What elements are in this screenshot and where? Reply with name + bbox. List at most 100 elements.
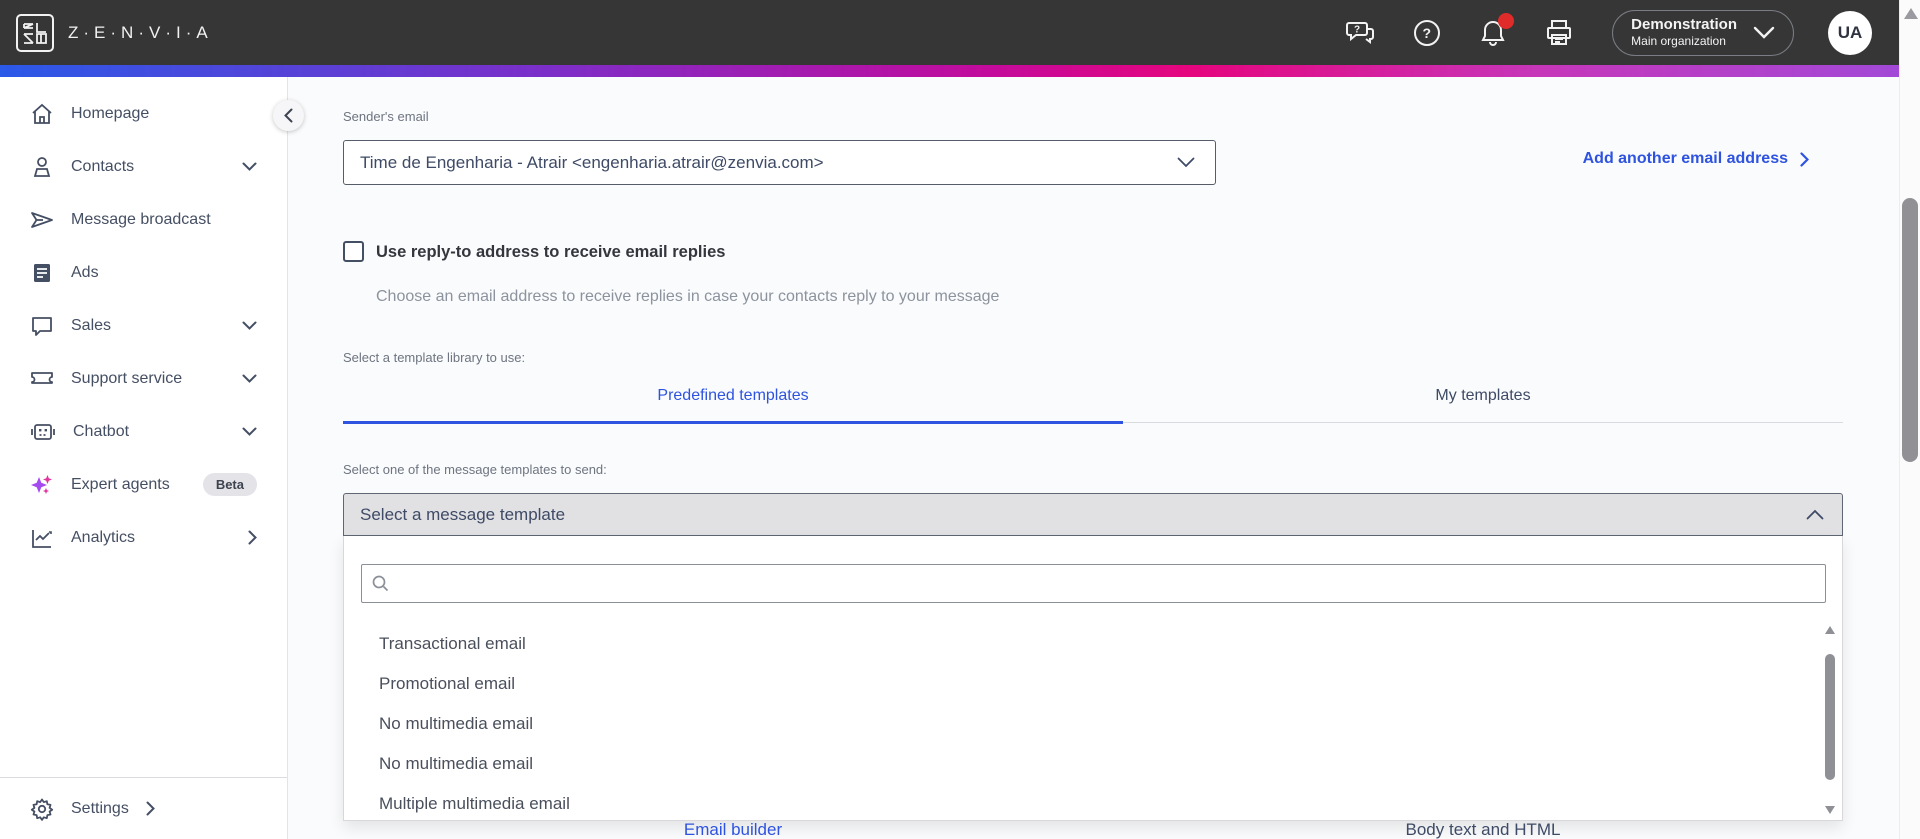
sidebar-item-chatbot[interactable]: Chatbot [0, 405, 287, 458]
scroll-up-arrow-icon[interactable] [1825, 626, 1835, 634]
sparkles-icon [31, 474, 52, 494]
ticket-icon [31, 371, 53, 384]
template-dropdown-panel: Transactional email Promotional email No… [343, 536, 1843, 821]
template-option[interactable]: Transactional email [344, 624, 1814, 664]
add-email-address-link[interactable]: Add another email address [1583, 150, 1809, 168]
chevron-left-icon [284, 108, 293, 123]
organization-text: Demonstration Main organization [1631, 16, 1737, 50]
zenvia-logo-glyph [23, 22, 47, 44]
tab-my-templates[interactable]: My templates [1123, 387, 1843, 422]
template-select-label: Select one of the message templates to s… [343, 462, 607, 477]
sidebar-item-label: Message broadcast [71, 210, 211, 228]
template-dropdown-header[interactable]: Select a message template [343, 493, 1843, 536]
scroll-down-arrow-icon[interactable] [1825, 806, 1835, 814]
organization-name: Demonstration [1631, 15, 1737, 33]
chevron-down-icon [242, 374, 257, 383]
chevron-down-icon [1177, 157, 1195, 168]
sidebar-item-sales[interactable]: Sales [0, 299, 287, 352]
sidebar-item-label: Ads [71, 263, 99, 281]
sidebar-item-settings[interactable]: Settings [0, 777, 287, 839]
sidebar-item-expert-agents[interactable]: Expert agents Beta [0, 458, 287, 511]
brand-wordmark: Z·E·N·V·I·A [68, 22, 213, 42]
chevron-right-icon [248, 530, 257, 545]
options-scrollbar[interactable] [1822, 626, 1838, 814]
chevron-up-icon [1806, 509, 1824, 520]
chat-bubble-icon [32, 316, 52, 336]
sidebar-item-label: Analytics [71, 528, 136, 546]
zenvia-logo-icon[interactable] [16, 13, 54, 52]
sidebar-item-label: Sales [71, 316, 112, 334]
organization-subtitle: Main organization [1631, 34, 1726, 49]
sidebar-item-message-broadcast[interactable]: Message broadcast [0, 193, 287, 246]
chevron-right-icon [1800, 151, 1809, 167]
chevron-right-icon [146, 801, 155, 816]
sidebar-item-label: Expert agents [71, 475, 170, 493]
chevron-down-icon [1753, 26, 1775, 40]
tab-predefined-templates[interactable]: Predefined templates [343, 387, 1123, 424]
sidebar-collapse-button[interactable] [273, 100, 304, 131]
sender-email-label: Sender's email [343, 109, 429, 124]
sidebar-item-label: Homepage [71, 104, 150, 122]
chevron-down-icon [242, 427, 257, 436]
sidebar-item-support-service[interactable]: Support service [0, 352, 287, 405]
template-library-label: Select a template library to use: [343, 350, 526, 365]
home-icon [32, 103, 52, 124]
app-page: Z·E·N·V·I·A ? ? Demonstration Main organ… [0, 0, 1920, 839]
add-email-address-label: Add another email address [1582, 150, 1788, 167]
topbar: Z·E·N·V·I·A ? ? Demonstration Main organ… [0, 0, 1920, 65]
page-scrollbar-thumb[interactable] [1902, 198, 1918, 462]
notification-badge [1498, 12, 1515, 29]
template-dropdown-value: Select a message template [360, 504, 566, 524]
sidebar-item-analytics[interactable]: Analytics [0, 511, 287, 564]
printer-icon[interactable] [1544, 18, 1574, 48]
sidebar: Homepage Contacts Message broadcast Ads … [0, 77, 288, 839]
tab-body-text-html[interactable]: Body text and HTML [1123, 820, 1843, 839]
person-icon [33, 156, 51, 177]
organization-selector[interactable]: Demonstration Main organization [1612, 9, 1794, 56]
tab-email-builder[interactable]: Email builder [343, 820, 1123, 839]
svg-text:?: ? [1423, 25, 1432, 41]
sender-email-value: Time de Engenharia - Atrair <engenharia.… [360, 152, 824, 172]
ads-icon [34, 263, 50, 282]
analytics-icon [32, 529, 52, 548]
chevron-down-icon [242, 321, 257, 330]
editor-mode-tabs: Email builder Body text and HTML [343, 820, 1843, 839]
bell-icon[interactable] [1478, 12, 1515, 48]
sidebar-item-contacts[interactable]: Contacts [0, 140, 287, 193]
sidebar-item-label: Contacts [71, 157, 135, 175]
template-library-tabs: Predefined templates My templates [343, 387, 1843, 424]
sidebar-item-ads[interactable]: Ads [0, 246, 287, 299]
brand-gradient-bar [0, 65, 1920, 77]
page-scroll-up-arrow-icon[interactable] [1904, 8, 1918, 19]
sidebar-item-label: Settings [71, 799, 129, 817]
chat-question-icon[interactable]: ? [1346, 18, 1376, 48]
svg-text:?: ? [1354, 24, 1360, 35]
main-content: Sender's email Time de Engenharia - Atra… [288, 77, 1899, 839]
beta-badge: Beta [202, 473, 257, 496]
reply-to-checkbox-label: Use reply-to address to receive email re… [376, 243, 726, 261]
template-search-box [361, 564, 1826, 603]
sender-email-select[interactable]: Time de Engenharia - Atrair <engenharia.… [343, 140, 1216, 185]
options-scrollbar-thumb[interactable] [1825, 654, 1835, 780]
sidebar-item-homepage[interactable]: Homepage [0, 87, 287, 140]
sidebar-item-label: Support service [71, 369, 183, 387]
template-options-list: Transactional email Promotional email No… [344, 624, 1814, 824]
reply-to-helper-text: Choose an email address to receive repli… [376, 288, 1000, 305]
sidebar-item-label: Chatbot [73, 422, 130, 440]
sidebar-menu: Homepage Contacts Message broadcast Ads … [0, 77, 287, 564]
search-icon [372, 575, 389, 592]
gear-icon [30, 798, 54, 821]
chevron-down-icon [242, 162, 257, 171]
help-circle-icon[interactable]: ? [1412, 18, 1442, 48]
template-search-input[interactable] [397, 574, 1815, 593]
template-option[interactable]: Multiple multimedia email [344, 784, 1814, 824]
page-scrollbar[interactable] [1899, 0, 1920, 839]
user-avatar[interactable]: UA [1828, 10, 1872, 55]
template-option[interactable]: No multimedia email [344, 704, 1814, 744]
template-option[interactable]: No multimedia email [344, 744, 1814, 784]
reply-to-checkbox[interactable] [343, 241, 364, 262]
send-icon [31, 211, 53, 228]
template-option[interactable]: Promotional email [344, 664, 1814, 704]
robot-icon [31, 423, 55, 440]
avatar-initials: UA [1837, 22, 1863, 42]
